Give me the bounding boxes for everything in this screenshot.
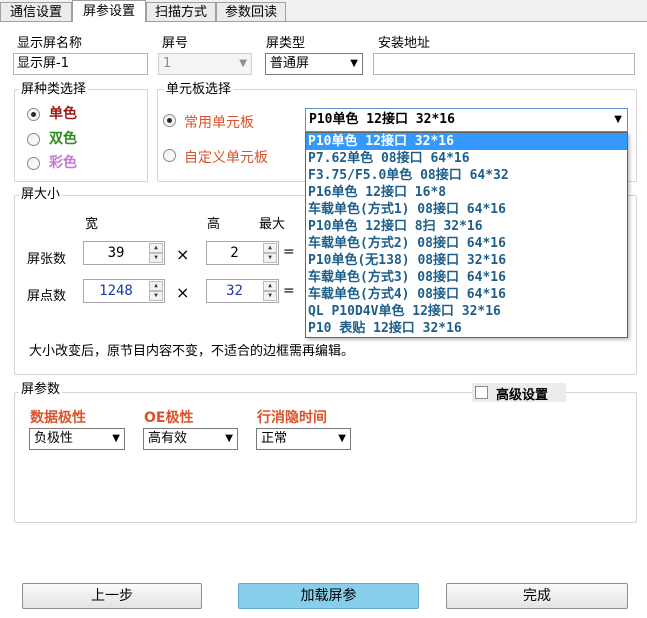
unit-board-option[interactable]: 车载单色(方式1) 08接口 64*16 bbox=[306, 201, 627, 218]
chevron-down-icon: ▼ bbox=[225, 433, 233, 444]
panel-count-width-value: 39 bbox=[107, 245, 125, 261]
unit-board-selected-value: P10单色 12接口 32*16 bbox=[309, 112, 455, 127]
screen-size-group-title: 屏大小 bbox=[19, 187, 63, 203]
chevron-down-icon: ▼ bbox=[239, 58, 247, 69]
screen-name-label: 显示屏名称 bbox=[17, 36, 83, 51]
radio-full-color[interactable] bbox=[27, 157, 40, 170]
tab-param-readback[interactable]: 参数回读 bbox=[216, 2, 286, 21]
radio-single-color[interactable] bbox=[27, 108, 40, 121]
blank-time-value: 正常 bbox=[261, 431, 288, 446]
data-polarity-label: 数据极性 bbox=[30, 410, 86, 426]
advanced-settings-label: 高级设置 bbox=[496, 388, 549, 403]
oe-polarity-value: 高有效 bbox=[148, 431, 188, 446]
times-sign: × bbox=[176, 283, 190, 302]
resize-note: 大小改变后，原节目内容不变，不适合的边框需再编辑。 bbox=[29, 344, 355, 359]
screen-params-group-title: 屏参数 bbox=[19, 382, 63, 398]
advanced-settings-toggle[interactable]: 高级设置 bbox=[472, 383, 566, 403]
unit-board-option[interactable]: P10单色(无138) 08接口 32*16 bbox=[306, 252, 627, 269]
unit-board-option[interactable]: P10单色 12接口 8扫 32*16 bbox=[306, 218, 627, 235]
height-column-label: 高 bbox=[207, 217, 221, 232]
stepper-up-icon[interactable]: ▲ bbox=[149, 243, 163, 253]
equals-sign: = bbox=[283, 283, 295, 299]
screen-color-group-title: 屏种类选择 bbox=[19, 82, 89, 98]
equals-sign: = bbox=[283, 244, 295, 260]
panel-count-label: 屏张数 bbox=[27, 252, 67, 267]
tab-communication[interactable]: 通信设置 bbox=[0, 2, 72, 21]
chevron-down-icon: ▼ bbox=[338, 433, 346, 444]
pixel-width-value: 1248 bbox=[99, 283, 133, 299]
panel-count-height-stepper[interactable]: 2 ▲ ▼ bbox=[206, 241, 279, 265]
load-params-button[interactable]: 加载屏参 bbox=[238, 583, 419, 609]
finish-button[interactable]: 完成 bbox=[446, 583, 628, 609]
stepper-up-icon[interactable]: ▲ bbox=[149, 281, 163, 291]
stepper-down-icon[interactable]: ▼ bbox=[263, 253, 277, 263]
data-polarity-select[interactable]: 负极性 ▼ bbox=[29, 428, 125, 450]
screen-number-label: 屏号 bbox=[162, 36, 189, 51]
stepper-down-icon[interactable]: ▼ bbox=[263, 291, 277, 301]
times-sign: × bbox=[176, 245, 190, 264]
screen-name-input[interactable]: 显示屏-1 bbox=[13, 53, 148, 75]
blank-time-label: 行消隐时间 bbox=[257, 410, 327, 426]
width-column-label: 宽 bbox=[85, 217, 99, 232]
unit-board-group-title: 单元板选择 bbox=[164, 82, 234, 98]
screen-number-select[interactable]: 1 ▼ bbox=[158, 53, 252, 75]
unit-board-option[interactable]: P7.62单色 08接口 64*16 bbox=[306, 150, 627, 167]
tab-screen-params[interactable]: 屏参设置 bbox=[72, 0, 146, 22]
unit-board-option[interactable]: 车载单色(方式2) 08接口 64*16 bbox=[306, 235, 627, 252]
tab-scan-mode[interactable]: 扫描方式 bbox=[146, 2, 216, 21]
chevron-down-icon: ▼ bbox=[614, 114, 622, 125]
full-color-label: 彩色 bbox=[49, 155, 77, 171]
install-address-label: 安装地址 bbox=[378, 36, 431, 51]
pixel-count-label: 屏点数 bbox=[27, 289, 67, 304]
stepper-up-icon[interactable]: ▲ bbox=[263, 243, 277, 253]
unit-board-option[interactable]: 车载单色(方式4) 08接口 64*16 bbox=[306, 286, 627, 303]
radio-dual-color[interactable] bbox=[27, 133, 40, 146]
stepper-down-icon[interactable]: ▼ bbox=[149, 253, 163, 263]
oe-polarity-select[interactable]: 高有效 ▼ bbox=[143, 428, 238, 450]
max-column-label: 最大 bbox=[259, 217, 286, 232]
unit-board-dropdown-list: P10单色 12接口 32*16 P7.62单色 08接口 64*16 F3.75/… bbox=[305, 132, 628, 338]
unit-board-option[interactable]: P10 表贴 12接口 32*16 bbox=[306, 320, 627, 337]
custom-unit-label: 自定义单元板 bbox=[184, 150, 268, 166]
dual-color-label: 双色 bbox=[49, 131, 77, 147]
screen-number-value: 1 bbox=[163, 56, 172, 71]
unit-board-option[interactable]: P16单色 12接口 16*8 bbox=[306, 184, 627, 201]
unit-board-select[interactable]: P10单色 12接口 32*16 ▼ bbox=[305, 108, 628, 132]
pixel-width-stepper[interactable]: 1248 ▲ ▼ bbox=[83, 279, 165, 303]
unit-board-option[interactable]: 车载单色(方式3) 08接口 64*16 bbox=[306, 269, 627, 286]
chevron-down-icon: ▼ bbox=[112, 433, 120, 444]
pixel-height-value: 32 bbox=[226, 283, 243, 299]
data-polarity-value: 负极性 bbox=[34, 431, 74, 446]
stepper-up-icon[interactable]: ▲ bbox=[263, 281, 277, 291]
panel-count-width-stepper[interactable]: 39 ▲ ▼ bbox=[83, 241, 165, 265]
blank-time-select[interactable]: 正常 ▼ bbox=[256, 428, 351, 450]
unit-board-option[interactable]: P10单色 12接口 32*16 bbox=[306, 133, 627, 150]
prev-step-button[interactable]: 上一步 bbox=[22, 583, 202, 609]
common-unit-label: 常用单元板 bbox=[184, 115, 254, 131]
radio-common-unit[interactable] bbox=[163, 114, 176, 127]
screen-type-value: 普通屏 bbox=[270, 56, 310, 71]
unit-board-option[interactable]: F3.75/F5.0单色 08接口 64*32 bbox=[306, 167, 627, 184]
single-color-label: 单色 bbox=[49, 106, 77, 122]
install-address-input[interactable] bbox=[373, 53, 635, 75]
pixel-height-stepper[interactable]: 32 ▲ ▼ bbox=[206, 279, 279, 303]
panel-count-height-value: 2 bbox=[230, 245, 239, 261]
unit-board-option[interactable]: QL P10D4V单色 12接口 32*16 bbox=[306, 303, 627, 320]
stepper-down-icon[interactable]: ▼ bbox=[149, 291, 163, 301]
oe-polarity-label: OE极性 bbox=[144, 410, 194, 426]
advanced-settings-checkbox[interactable] bbox=[475, 386, 488, 399]
screen-type-label: 屏类型 bbox=[266, 36, 306, 51]
chevron-down-icon: ▼ bbox=[350, 58, 358, 69]
radio-custom-unit[interactable] bbox=[163, 149, 176, 162]
screen-type-select[interactable]: 普通屏 ▼ bbox=[265, 53, 363, 75]
